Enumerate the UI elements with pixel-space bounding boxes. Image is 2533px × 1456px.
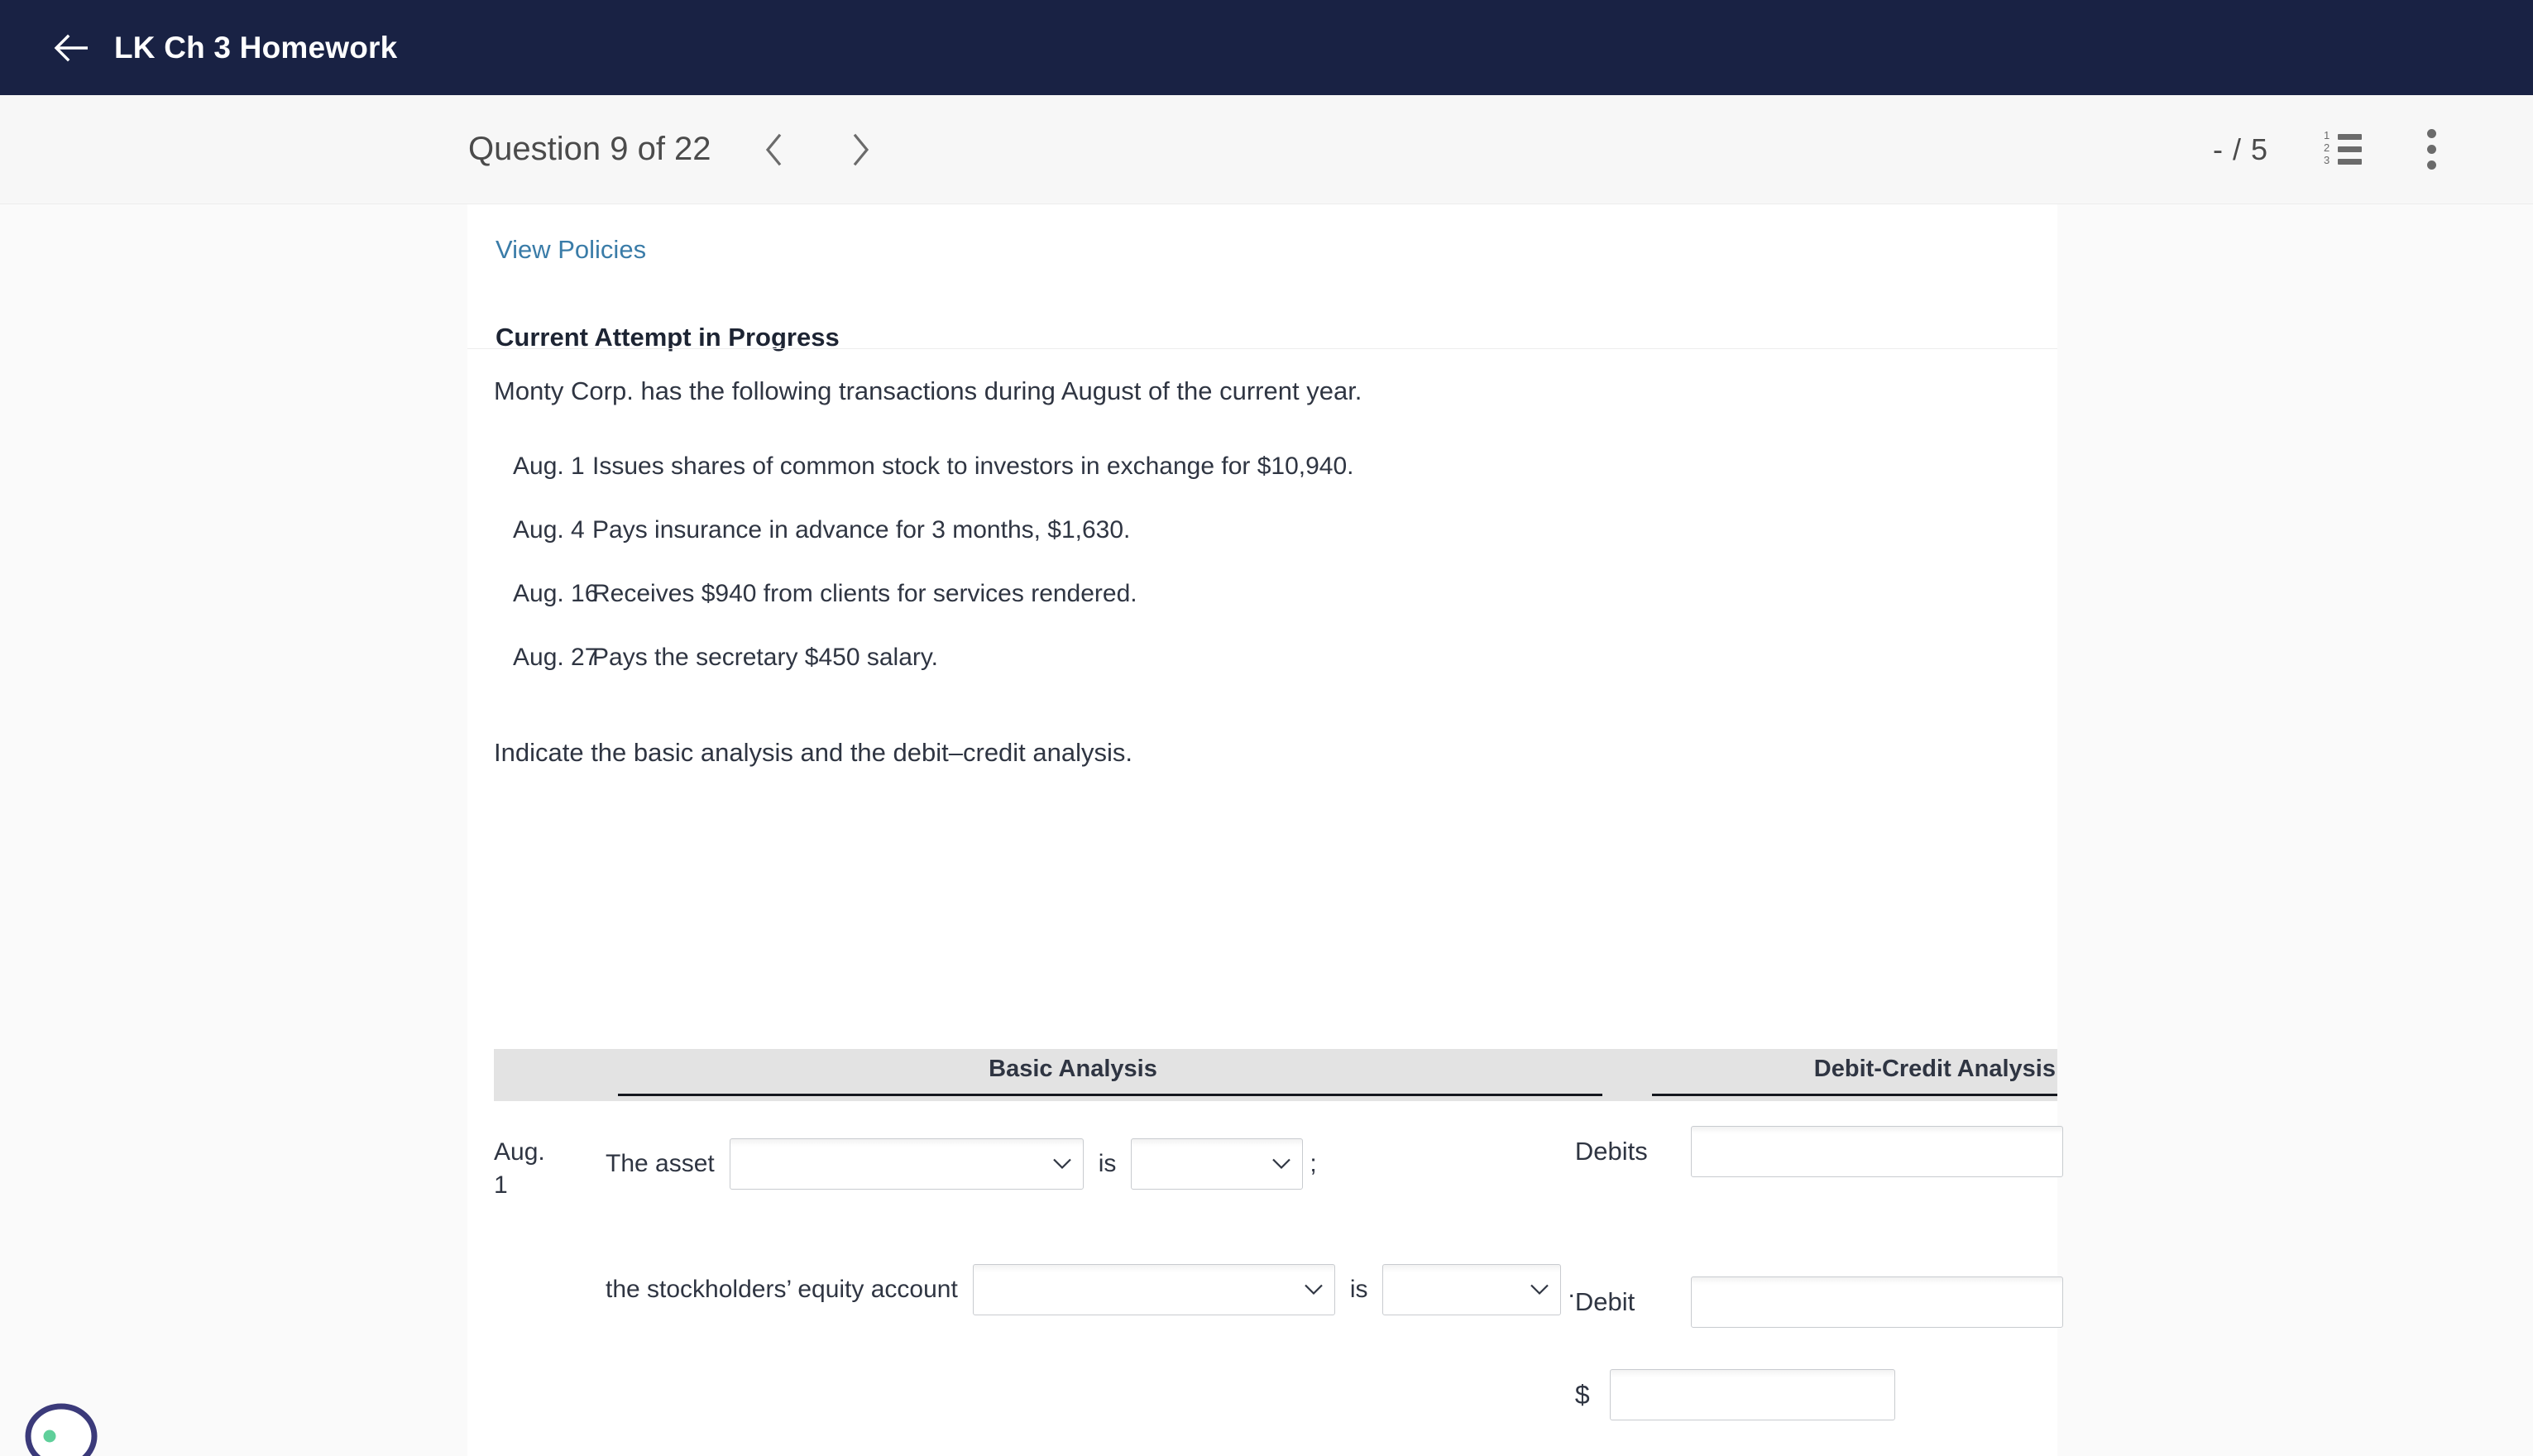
asset-effect-select[interactable] [1131,1138,1304,1190]
chat-assistant-button[interactable] [22,1401,101,1456]
header-rule [1652,1094,2057,1096]
transaction-description: Pays the secretary $450 salary. [592,644,938,671]
header-rule [618,1094,1602,1096]
debit-amount-input[interactable] [1609,1369,1895,1420]
toolbar-right-group: - / 5 1 2 3 [2213,123,2533,176]
is-word: is [1098,1150,1117,1177]
transaction-row: Aug. 4 Pays insurance in advance for 3 m… [494,516,1900,580]
debits-input[interactable] [1690,1126,2063,1177]
debits-line: Debits [1575,1126,2063,1177]
is-word: is [1349,1276,1368,1303]
kebab-menu-icon [2427,129,2437,170]
debit-credit-analysis-header-label: Debit-Credit Analysis [1813,1056,2056,1082]
row-date-line2: 1 [494,1171,508,1199]
debit-label: Debit [1574,1287,1635,1316]
the-asset-label: The asset [606,1150,715,1177]
app-title: LK Ch 3 Homework [114,30,398,65]
basic-analysis-cell: Aug. 1 The asset is ; the stockholders’ … [494,1126,1575,1456]
row-date: Aug. 1 [494,1136,577,1202]
question-list-button[interactable]: 1 2 3 [2316,123,2369,176]
debit-line: Debit [1575,1276,2063,1328]
basic-statement-2: the stockholders’ equity account is . [494,1252,1575,1328]
transaction-date: Aug. 16 [513,580,599,607]
transaction-description: Issues shares of common stock to investo… [592,453,1354,480]
instruction-text: Indicate the basic analysis and the debi… [494,738,1133,767]
chevron-right-icon [853,133,869,165]
equity-account-select[interactable] [972,1264,1335,1315]
question-toolbar: Question 9 of 22 - / 5 1 2 3 [0,95,2533,204]
page-area: View Policies Current Attempt in Progres… [0,204,2533,1456]
statement-1-terminator: ; [1310,1150,1317,1177]
debit-dollar-sign: $ [1574,1379,1590,1410]
more-options-button[interactable] [2406,123,2459,176]
row-date-line1: Aug. [494,1138,545,1166]
arrow-left-icon [54,34,88,61]
next-question-button[interactable] [834,123,887,176]
transaction-row: Aug. 27 Pays the secretary $450 salary. [494,644,1900,707]
question-counter: Question 9 of 22 [468,131,711,167]
asset-effect-select-wrap [1131,1138,1304,1190]
numbered-list-icon: 1 2 3 [2324,130,2362,166]
chat-assistant-icon [25,1403,98,1456]
app-header: LK Ch 3 Homework [0,0,2533,95]
basic-statement-1: The asset is ; [494,1126,1575,1202]
asset-account-select-wrap [729,1138,1084,1190]
asset-account-select[interactable] [729,1138,1084,1190]
transaction-date: Aug. 1 [513,453,585,480]
debit-credit-analysis-header: Debit-Credit Analysis [1652,1049,2057,1101]
view-policies-link[interactable]: View Policies [496,235,646,265]
analysis-table-row: Aug. 1 The asset is ; the stockholders’ … [494,1101,2063,1456]
score-display: - / 5 [2212,132,2268,166]
transaction-description: Receives $940 from clients for services … [592,580,1137,607]
section-divider [467,348,2057,349]
basic-analysis-header: Basic Analysis [494,1049,1652,1101]
question-intro-text: Monty Corp. has the following transactio… [494,376,1362,405]
transaction-row: Aug. 1 Issues shares of common stock to … [494,453,1900,516]
transaction-date: Aug. 27 [513,644,599,671]
question-content-panel: View Policies Current Attempt in Progres… [467,204,2063,1456]
equity-effect-select-wrap [1382,1264,1562,1315]
transaction-date: Aug. 4 [513,516,585,544]
debit-credit-analysis-cell: Debits Debit $ Credi [1575,1126,2063,1456]
transaction-description: Pays insurance in advance for 3 months, … [592,516,1131,544]
chevron-left-icon [765,133,781,165]
stockholders-equity-label: the stockholders’ equity account [606,1276,958,1303]
debits-label: Debits [1574,1137,1648,1166]
transaction-list: Aug. 1 Issues shares of common stock to … [494,453,1900,707]
equity-effect-select[interactable] [1382,1264,1562,1315]
debit-amount-line: $ [1575,1369,2063,1420]
statement-2-terminator: . [1568,1276,1575,1303]
back-button[interactable] [48,25,94,71]
previous-question-button[interactable] [748,123,801,176]
basic-analysis-header-label: Basic Analysis [989,1056,1157,1082]
equity-account-select-wrap [972,1264,1335,1315]
debit-account-input[interactable] [1690,1276,2063,1328]
analysis-table-header: Basic Analysis Debit-Credit Analysis [494,1049,2057,1101]
transaction-row: Aug. 16 Receives $940 from clients for s… [494,580,1900,644]
analysis-table: Basic Analysis Debit-Credit Analysis Aug… [494,1049,2063,1456]
